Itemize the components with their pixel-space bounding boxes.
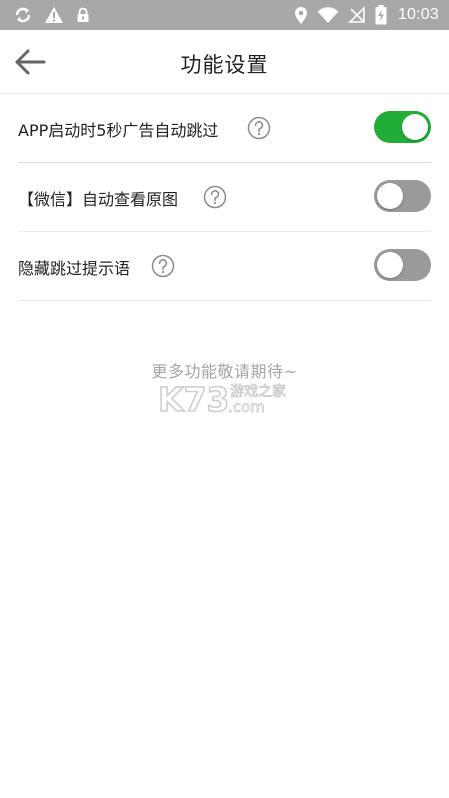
settings-list: APP启动时5秒广告自动跳过 【微信】自动查看原图 隐藏跳过提示语 [18,94,431,301]
wifi-icon [317,6,339,23]
toggle-skip-ad[interactable] [374,111,431,143]
setting-label: 【微信】自动查看原图 [18,190,179,209]
toggle-knob [377,183,403,209]
more-features-hint: 更多功能敬请期待~ [151,362,298,381]
header: 功能设置 [0,30,449,94]
help-icon[interactable] [203,185,227,209]
help-icon[interactable] [151,254,175,278]
battery-charging-icon [375,5,387,25]
toggle-wechat-original-image[interactable] [374,180,431,212]
toggle-knob [402,114,428,140]
toggle-knob [377,252,403,278]
sync-icon [15,7,31,23]
status-time: 10:03 [397,6,439,23]
warning-icon [45,7,63,23]
k73-watermark-logo: K73 游戏之家 .com [158,380,286,416]
status-left-icons [14,6,90,24]
setting-row-hide-skip-hint: 隐藏跳过提示语 [18,232,431,301]
setting-row-wechat-original-image: 【微信】自动查看原图 [18,163,431,232]
toggle-hide-skip-hint[interactable] [374,249,431,281]
status-right-icons: 10:03 [294,5,439,25]
setting-label: 隐藏跳过提示语 [18,259,131,278]
status-bar: 10:03 [0,0,449,30]
no-sim-icon [348,6,365,23]
location-icon [294,6,307,24]
watermark-domain: .com [228,398,265,416]
lock-icon [77,7,89,22]
help-icon[interactable] [247,116,271,140]
setting-row-skip-ad: APP启动时5秒广告自动跳过 [18,94,431,163]
page-title: 功能设置 [180,53,269,77]
setting-label: APP启动时5秒广告自动跳过 [18,121,219,140]
watermark-brand: K73 [158,380,230,416]
